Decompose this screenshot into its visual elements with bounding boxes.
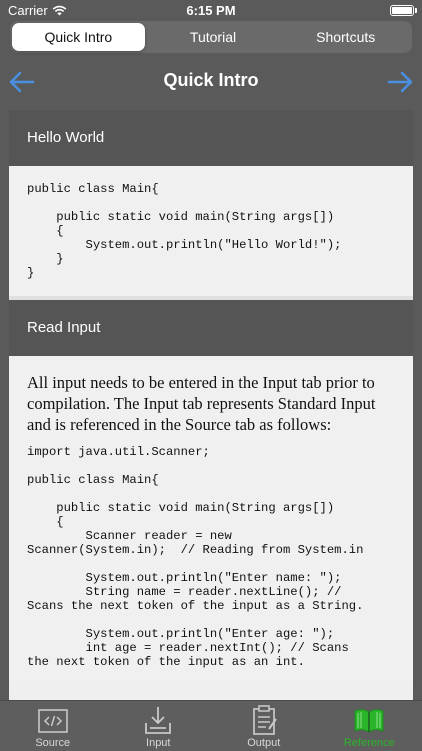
status-bar: Carrier 6:15 PM <box>0 0 422 20</box>
tab-source[interactable]: Source <box>0 701 106 751</box>
reference-content[interactable]: Hello World public class Main{ public st… <box>9 110 413 700</box>
segment-tutorial[interactable]: Tutorial <box>147 21 280 53</box>
tab-label: Source <box>35 737 70 749</box>
tab-label: Input <box>146 737 170 749</box>
segmented-control: Quick Intro Tutorial Shortcuts <box>10 21 412 53</box>
status-time: 6:15 PM <box>0 3 422 18</box>
tab-input[interactable]: Input <box>106 701 212 751</box>
navigation-bar: Quick Intro <box>0 58 422 106</box>
section-body-read-input: All input needs to be entered in the Inp… <box>9 356 413 685</box>
battery-icon <box>390 5 414 16</box>
section-header-hello-world: Hello World <box>9 110 413 166</box>
code-block: public class Main{ public static void ma… <box>27 182 395 280</box>
download-icon <box>141 703 175 737</box>
tab-label: Output <box>247 737 280 749</box>
tab-output[interactable]: Output <box>211 701 317 751</box>
section-body-hello-world: public class Main{ public static void ma… <box>9 166 413 296</box>
section-description: All input needs to be entered in the Inp… <box>27 372 395 435</box>
tab-label: Reference <box>344 737 395 749</box>
code-block: import java.util.Scanner; public class M… <box>27 445 395 669</box>
clipboard-icon <box>247 703 281 737</box>
tab-reference[interactable]: Reference <box>317 701 422 751</box>
arrow-right-icon[interactable] <box>386 68 416 96</box>
section-header-read-input: Read Input <box>9 300 413 356</box>
page-title: Quick Intro <box>0 70 422 91</box>
segment-shortcuts[interactable]: Shortcuts <box>279 21 412 53</box>
book-icon <box>352 703 386 737</box>
code-icon <box>36 703 70 737</box>
tab-bar: Source Input Output Reference <box>0 700 422 751</box>
segment-quick-intro[interactable]: Quick Intro <box>12 23 145 51</box>
